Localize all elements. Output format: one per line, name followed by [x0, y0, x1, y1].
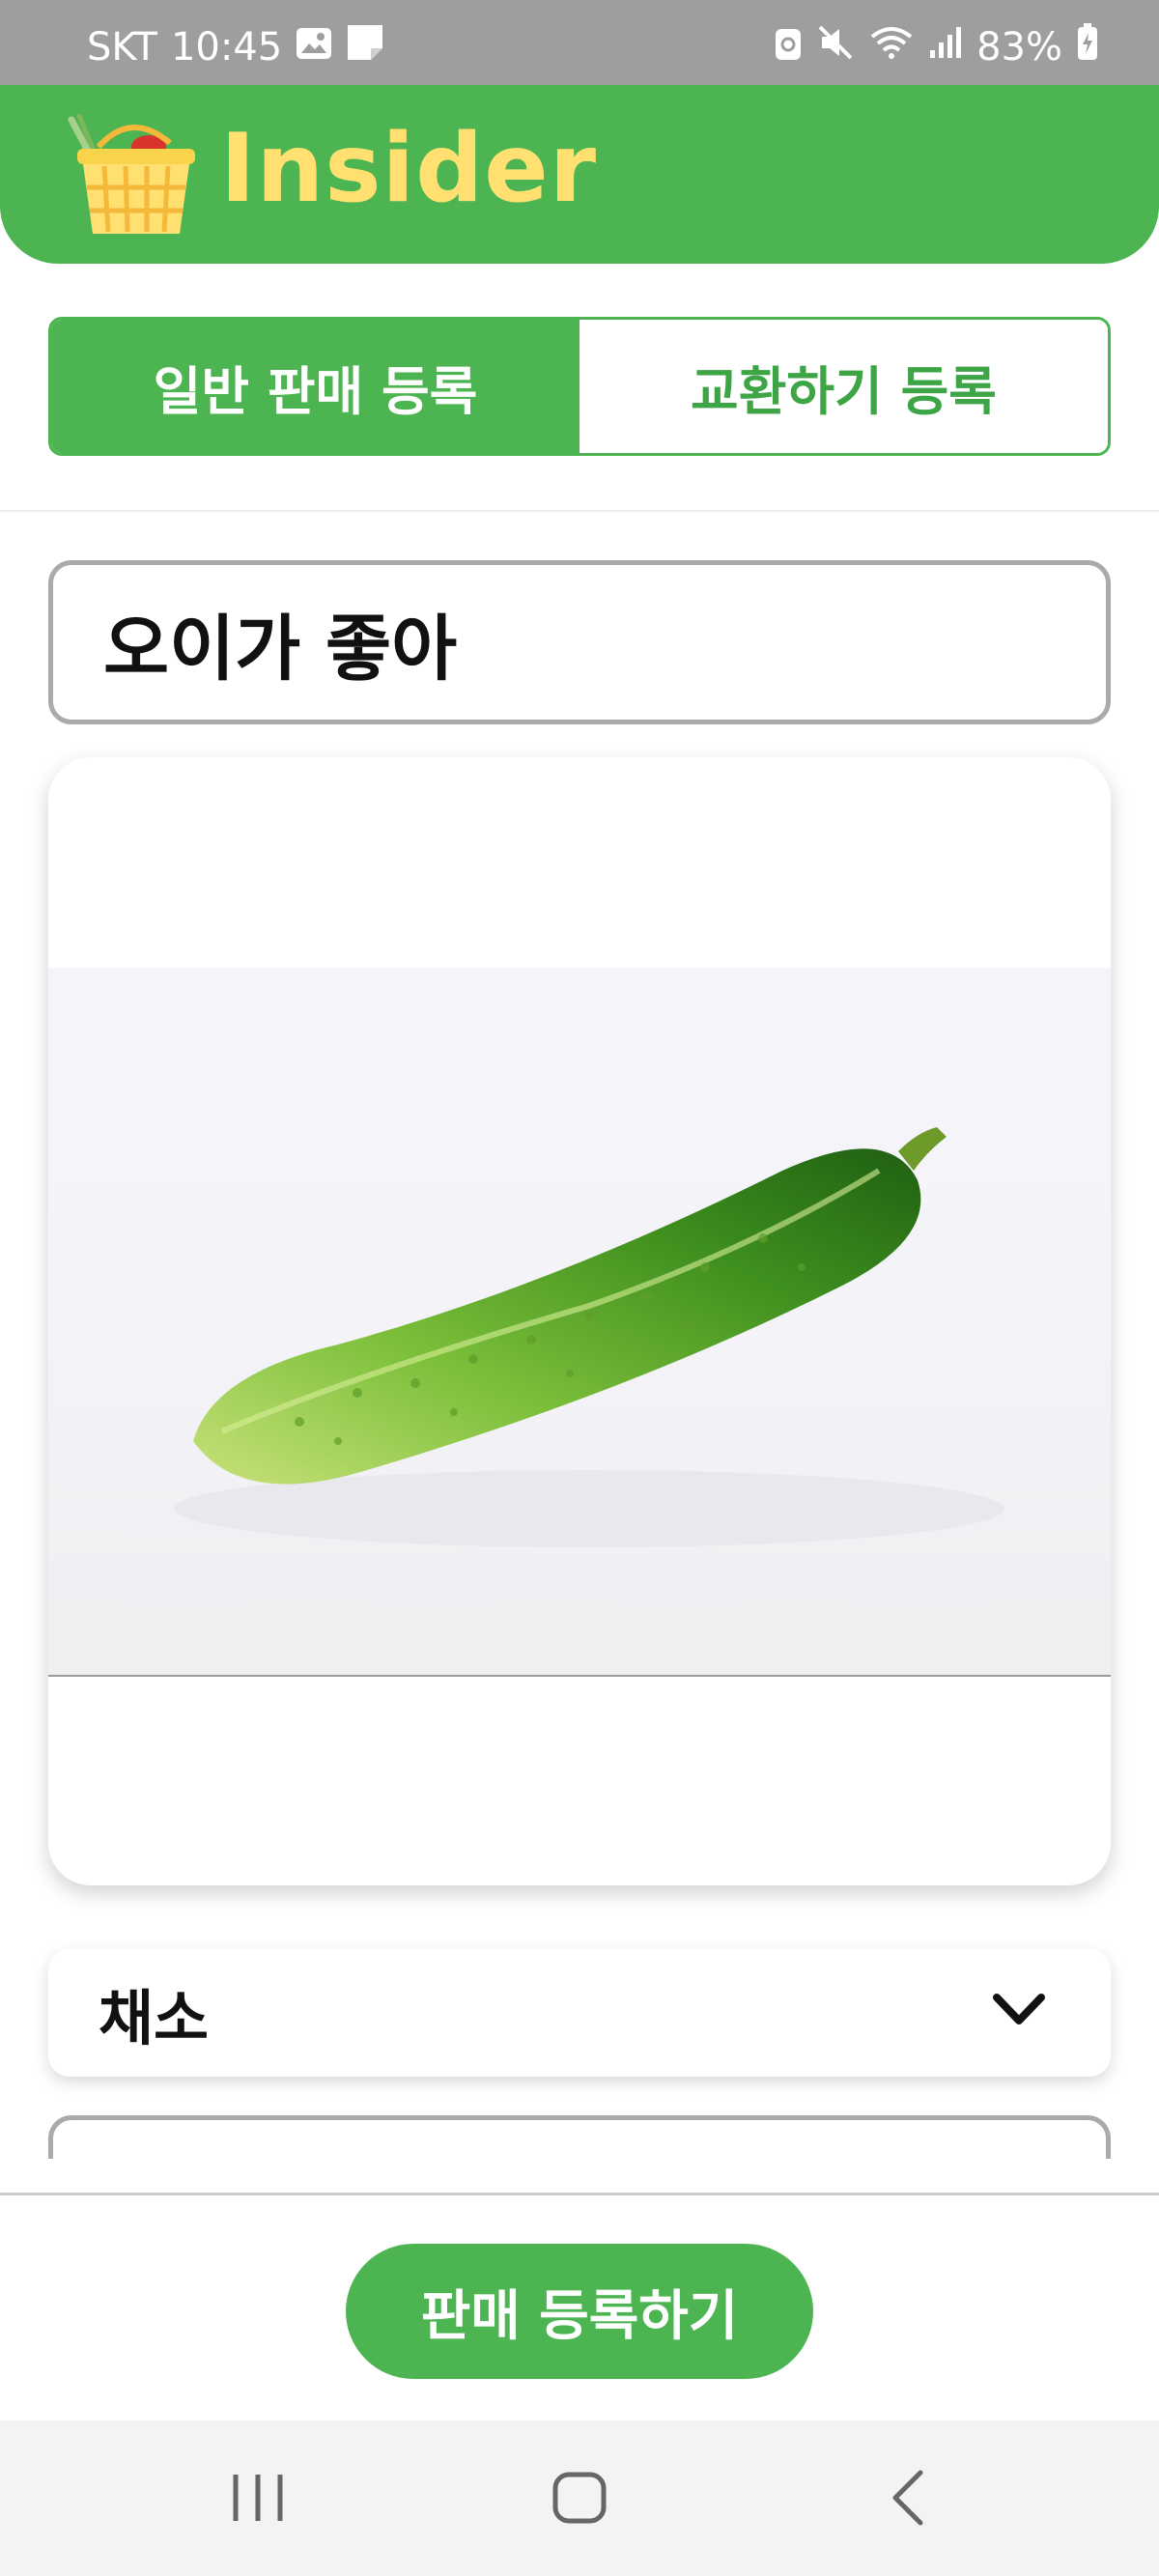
system-nav-bar	[0, 2420, 1159, 2576]
battery-charging-icon	[1076, 23, 1099, 71]
recent-apps-icon[interactable]	[224, 2469, 292, 2527]
next-input-field[interactable]	[48, 2115, 1111, 2159]
product-photo	[48, 968, 1111, 1677]
product-image-card[interactable]	[48, 757, 1111, 1885]
tab-exchange[interactable]: 교환하기 등록	[580, 320, 1108, 453]
tabs-section: 일반 판매 등록 교환하기 등록	[0, 264, 1159, 512]
cucumber-image	[174, 1127, 1004, 1547]
back-icon[interactable]	[874, 2469, 942, 2527]
home-icon[interactable]	[546, 2469, 613, 2527]
clock: 10:45	[170, 25, 283, 70]
registration-type-tabs: 일반 판매 등록 교환하기 등록	[48, 317, 1111, 456]
battery-level: 83%	[976, 25, 1062, 70]
status-bar: SKT 10:45 83%	[0, 0, 1159, 85]
wifi-icon	[868, 23, 915, 71]
app-header: Insider	[0, 85, 1159, 264]
title-input[interactable]: 오이가 좋아	[48, 560, 1111, 724]
signal-icon	[928, 25, 963, 70]
recycle-icon	[774, 23, 803, 71]
basket-logo-icon	[64, 113, 199, 240]
category-value: 채소	[99, 1983, 210, 2053]
carrier-label: SKT	[87, 25, 157, 70]
tab-general-sale[interactable]: 일반 판매 등록	[51, 320, 580, 453]
form-scroll-area[interactable]: 오이가 좋아 채소	[0, 512, 1159, 2159]
mute-icon	[816, 23, 855, 71]
register-sale-button[interactable]: 판매 등록하기	[346, 2244, 813, 2379]
chevron-down-icon	[993, 1994, 1045, 2024]
gallery-icon	[296, 25, 332, 70]
bottom-action-bar: 판매 등록하기	[0, 2193, 1159, 2423]
app-title: Insider	[220, 114, 598, 224]
category-dropdown[interactable]: 채소	[48, 1949, 1111, 2077]
note-icon	[346, 23, 384, 71]
